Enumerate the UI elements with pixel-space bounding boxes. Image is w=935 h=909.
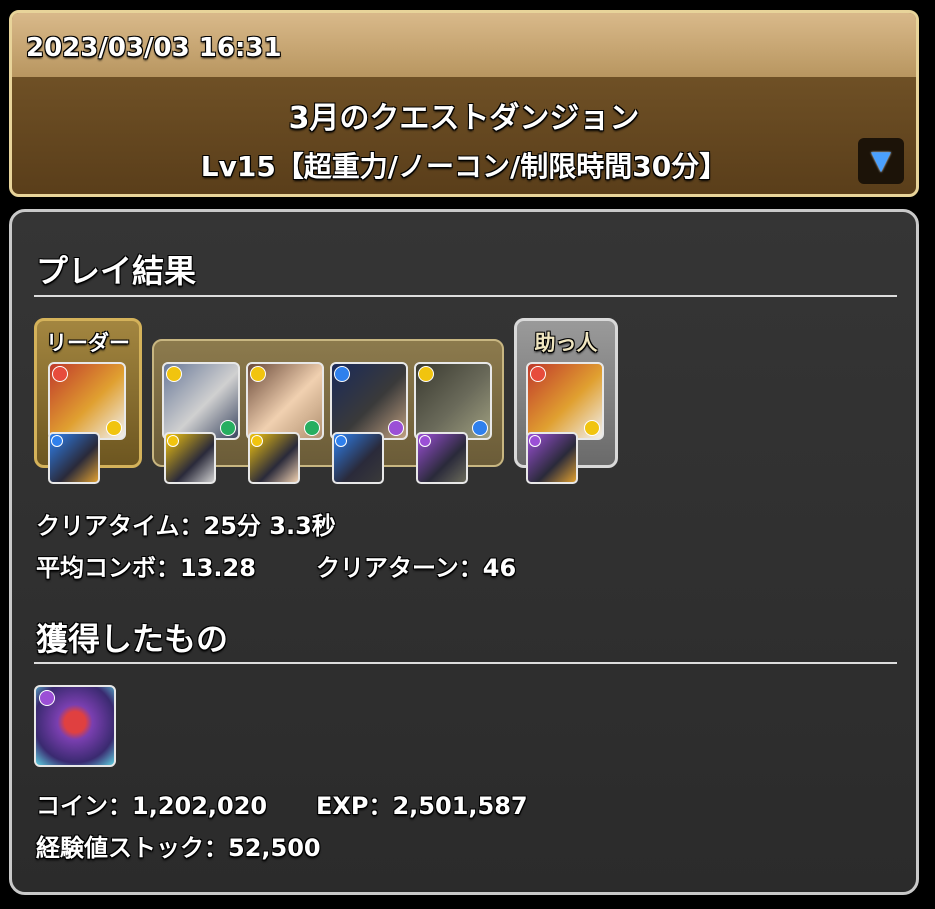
leader-label: リーダー — [46, 331, 130, 355]
wood-subattribute-icon — [220, 420, 236, 436]
assist-equip-card[interactable] — [526, 432, 578, 484]
light-attribute-icon — [418, 366, 434, 382]
exp: EXP：2,501,587 — [316, 792, 528, 820]
quest-header: 2023/03/03 16:31 3月のクエストダンジョン Lv15【超重力/ノ… — [9, 10, 919, 197]
light-attribute-icon — [250, 366, 266, 382]
light-attribute-icon — [166, 366, 182, 382]
assist-equip-card[interactable] — [48, 432, 100, 484]
assist-equip-card[interactable] — [248, 432, 300, 484]
clear-time: クリアタイム：25分 3.3秒 — [36, 512, 336, 540]
average-combo: 平均コンボ：13.28 — [36, 554, 256, 582]
fire-attribute-icon — [52, 366, 68, 382]
dark-attribute-icon — [529, 435, 541, 447]
team-monster-card[interactable] — [414, 362, 492, 440]
triangle-down-icon: ▼ — [871, 146, 891, 176]
expand-toggle-button[interactable]: ▼ — [858, 138, 904, 184]
team-monster-card[interactable] — [330, 362, 408, 440]
assist-equip-card[interactable] — [332, 432, 384, 484]
team-monster-card[interactable] — [246, 362, 324, 440]
assist-equip-card[interactable] — [164, 432, 216, 484]
water-attribute-icon — [51, 435, 63, 447]
light-attribute-icon — [167, 435, 179, 447]
exp-stock: 経験値ストック：52,500 — [36, 834, 321, 862]
divider — [34, 662, 897, 664]
light-attribute-icon — [251, 435, 263, 447]
water-attribute-icon — [335, 435, 347, 447]
leader-monster-card[interactable] — [48, 362, 126, 440]
helper-label: 助っ人 — [534, 331, 598, 355]
dark-attribute-icon — [39, 690, 55, 706]
coins: コイン：1,202,020 — [36, 792, 268, 820]
water-attribute-icon — [334, 366, 350, 382]
result-panel: プレイ結果 リーダー 助っ人 クリアタイム：25分 3.3秒 平均コンボ：13.… — [9, 209, 919, 895]
divider — [34, 295, 897, 297]
quest-title: 3月のクエストダンジョン — [288, 101, 640, 136]
team-monster-card[interactable] — [162, 362, 240, 440]
light-subattribute-icon — [584, 420, 600, 436]
wood-subattribute-icon — [304, 420, 320, 436]
clear-turns: クリアターン：46 — [316, 554, 517, 582]
light-subattribute-icon — [106, 420, 122, 436]
play-result-title: プレイ結果 — [36, 252, 197, 290]
quest-subtitle: Lv15【超重力/ノーコン/制限時間30分】 — [200, 150, 728, 183]
helper-monster-card[interactable] — [526, 362, 604, 440]
timestamp: 2023/03/03 16:31 — [26, 33, 282, 63]
rewards-title: 獲得したもの — [36, 620, 229, 658]
dropped-monster-card[interactable] — [34, 685, 116, 767]
fire-attribute-icon — [530, 366, 546, 382]
dark-attribute-icon — [419, 435, 431, 447]
dark-subattribute-icon — [388, 420, 404, 436]
header-timestamp-bar: 2023/03/03 16:31 — [12, 13, 916, 77]
water-subattribute-icon — [472, 420, 488, 436]
assist-equip-card[interactable] — [416, 432, 468, 484]
